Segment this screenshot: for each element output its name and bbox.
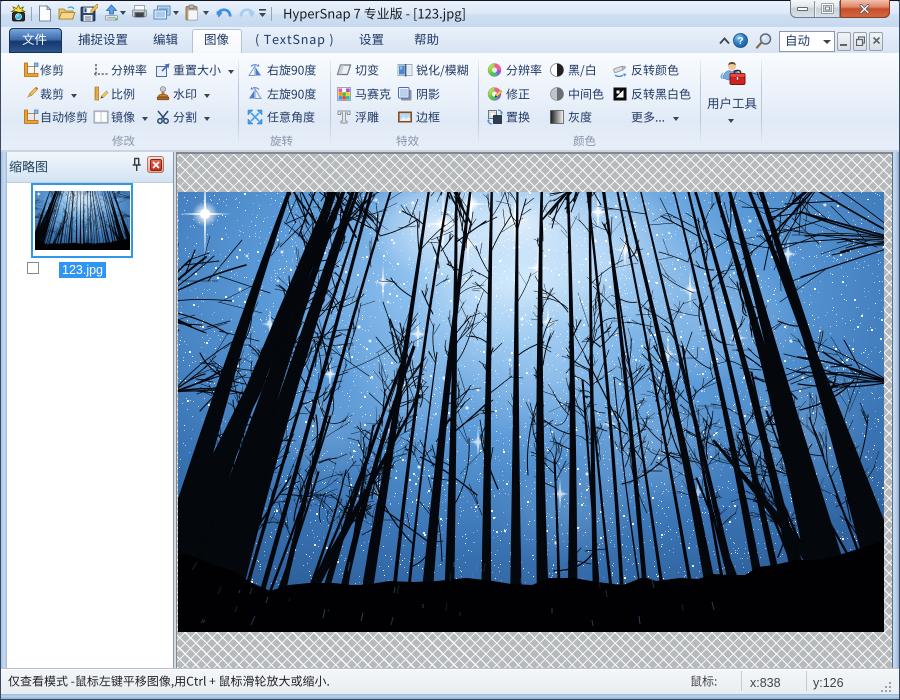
svg-text:?: ? — [737, 36, 743, 47]
